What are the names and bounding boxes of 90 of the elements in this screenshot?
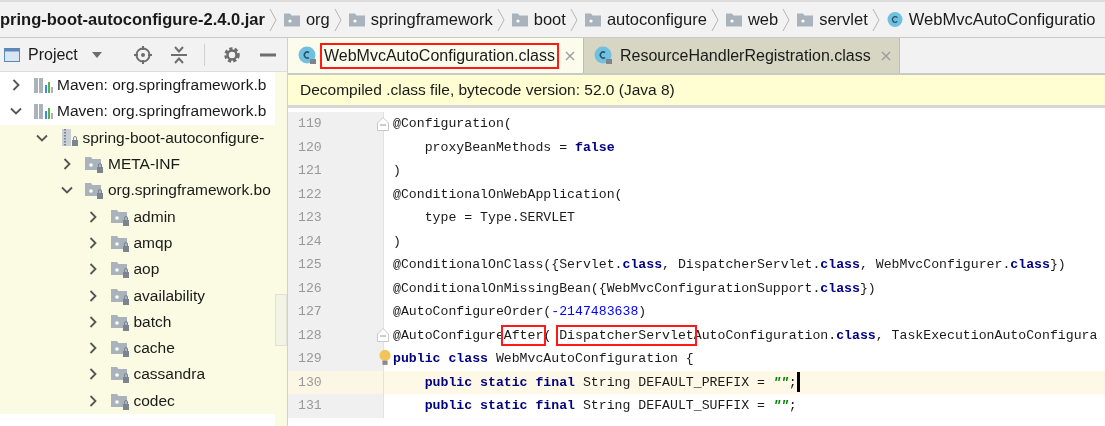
chevron-separator-icon <box>569 7 578 32</box>
folder-lock-icon <box>110 391 131 410</box>
line-number: 121 <box>297 163 322 179</box>
line-number: 126 <box>297 280 322 296</box>
class-icon <box>886 12 903 27</box>
tree-item[interactable]: cassandra <box>0 361 275 388</box>
tree-item[interactable]: aop <box>0 256 275 283</box>
folder-lock-icon <box>85 181 105 200</box>
code-line: @ConditionalOnClass({Servlet.class, DispatcherServlet.class, WebMvcConfigurer.class}) <box>393 257 1066 273</box>
fold-marker-icon[interactable] <box>377 116 389 131</box>
folder-lock-icon <box>110 286 131 305</box>
breadcrumb-item[interactable]: autoconfigure <box>584 10 707 29</box>
code-line: public class WebMvcAutoConfiguration { <box>393 351 694 367</box>
breadcrumb-item[interactable]: pring-boot-autoconfigure-2.4.0.jar <box>0 10 265 29</box>
folder-icon <box>348 12 365 27</box>
line-number: 129 <box>297 351 322 367</box>
line-number: 128 <box>297 327 322 343</box>
folder-lock-icon <box>110 365 131 384</box>
panel-title[interactable]: Project <box>28 45 78 64</box>
line-number: 124 <box>297 233 322 249</box>
close-icon[interactable] <box>564 50 575 61</box>
tree-item[interactable]: org.springframework.bo <box>0 177 275 204</box>
line-number: 120 <box>297 139 322 155</box>
lightbulb-icon[interactable] <box>379 349 391 367</box>
editor-tab[interactable]: WebMvcAutoConfiguration.class <box>288 38 584 73</box>
minimize-icon[interactable] <box>259 52 277 57</box>
code-line: public static final String DEFAULT_SUFFIX = ""; <box>423 398 797 414</box>
code-line: ) <box>393 163 401 179</box>
folder-lock-icon <box>110 312 131 331</box>
dropdown-caret-icon[interactable] <box>91 51 102 58</box>
decompiled-notice: Decompiled .class file, bytecode version: 52.0 (Java 8) <box>288 75 1105 108</box>
breadcrumb-item[interactable]: springframework <box>348 10 493 29</box>
line-number: 119 <box>297 116 322 132</box>
tree-item[interactable]: admin <box>0 203 275 230</box>
folder-lock-icon <box>110 260 131 279</box>
chevron-separator-icon <box>268 7 277 32</box>
chevron-separator-icon <box>710 7 719 32</box>
chevron-right-icon[interactable] <box>10 79 22 92</box>
folder-lock-icon <box>110 207 131 226</box>
editor-tab[interactable]: ResourceHandlerRegistration.class <box>583 38 900 73</box>
breadcrumb-item[interactable]: servlet <box>797 10 868 29</box>
project-window-icon <box>4 47 20 62</box>
code-line: proxyBeanMethods = false <box>423 139 615 155</box>
code-line: ) <box>393 233 401 249</box>
tree-item[interactable]: availability <box>0 282 275 309</box>
breadcrumb-item[interactable]: org <box>283 10 330 29</box>
line-number: 127 <box>297 304 322 320</box>
fold-marker-icon[interactable] <box>377 328 389 343</box>
class-lock-icon <box>298 45 318 66</box>
chevron-separator-icon <box>496 7 505 32</box>
folder-icon <box>283 12 300 27</box>
breadcrumb-item[interactable]: WebMvcAutoConfiguratio <box>886 10 1096 29</box>
class-lock-icon <box>593 45 614 66</box>
chevron-separator-icon <box>782 7 791 32</box>
line-number: 122 <box>297 186 322 202</box>
code-line: public static final String DEFAULT_PREFIX = ""; <box>423 374 797 390</box>
folder-lock-icon <box>110 233 131 252</box>
tree-item[interactable]: spring-boot-autoconfigure- <box>0 124 275 151</box>
folder-lock-icon <box>85 155 105 174</box>
breadcrumb-item[interactable]: boot <box>511 10 566 29</box>
code-line: @ConditionalOnWebApplication( <box>393 186 623 202</box>
chevron-right-icon[interactable] <box>61 158 73 171</box>
code-line: type = Type.SERVLET <box>423 210 576 226</box>
tree-item[interactable]: batch <box>0 308 275 335</box>
tree-item[interactable]: amqp <box>0 229 275 257</box>
folder-icon <box>725 12 742 27</box>
collapse-all-icon[interactable] <box>170 45 188 64</box>
chevron-separator-icon <box>333 7 342 32</box>
chevron-separator-icon <box>871 7 880 32</box>
settings-icon[interactable] <box>223 45 241 64</box>
code-line: @ConditionalOnMissingBean({WebMvcConfigurationSupport.class}) <box>393 280 876 296</box>
tree-item[interactable]: META-INF <box>0 150 275 178</box>
folder-icon <box>797 12 814 27</box>
archive-lock-icon <box>59 128 80 147</box>
crosshair-icon[interactable] <box>134 45 152 64</box>
folder-icon <box>584 12 601 27</box>
line-number: 130 <box>297 374 322 390</box>
breadcrumb-item[interactable]: web <box>725 10 779 29</box>
line-number: 125 <box>297 257 322 273</box>
code-line: @Configuration( <box>393 116 512 132</box>
folder-icon <box>511 12 528 27</box>
tree-item[interactable]: codec <box>0 387 275 414</box>
code-line: @AutoConfigureOrder(-2147483638) <box>393 304 647 320</box>
library-icon <box>34 102 54 121</box>
folder-lock-icon <box>110 339 131 358</box>
tree-item[interactable]: cache <box>0 334 275 362</box>
library-icon <box>34 76 54 95</box>
scrollbar-thumb[interactable] <box>275 294 287 346</box>
line-number: 123 <box>297 210 322 226</box>
line-number: 131 <box>297 398 322 414</box>
